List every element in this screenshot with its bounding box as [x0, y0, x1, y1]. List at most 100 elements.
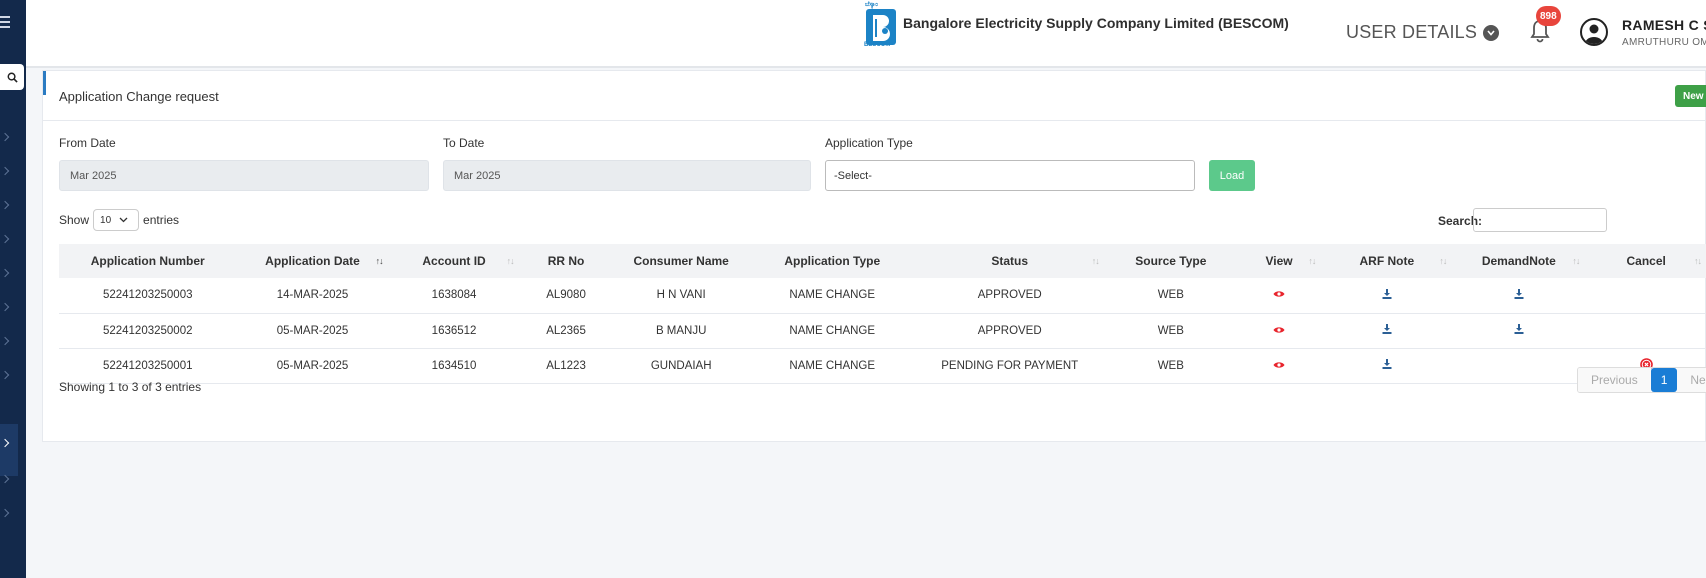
- sort-icon: ↑↓: [506, 256, 515, 266]
- to-date-label: To Date: [443, 136, 485, 150]
- load-button[interactable]: Load: [1209, 160, 1255, 191]
- download-icon[interactable]: [1382, 324, 1392, 334]
- card-header: Application Change request New: [43, 71, 1706, 121]
- cell-application-date: 14-MAR-2025: [276, 289, 349, 302]
- user-name: RAMESH C S: [1622, 17, 1706, 33]
- sort-icon: ↑↓: [1439, 256, 1447, 266]
- table-info: Showing 1 to 3 of 3 entries: [59, 380, 202, 394]
- sidebar-item-11[interactable]: [0, 508, 10, 518]
- from-date-label: From Date: [59, 136, 116, 150]
- cell-arf-note: [1321, 278, 1452, 313]
- new-button[interactable]: New: [1675, 85, 1706, 107]
- sidebar-item-8[interactable]: [0, 370, 10, 380]
- download-icon[interactable]: [1382, 288, 1392, 299]
- cell-account-id: 1638084: [431, 289, 477, 302]
- col-demand-note[interactable]: DemandNote ↑↓: [1452, 244, 1585, 278]
- cell-view: [1237, 313, 1322, 348]
- download-icon[interactable]: [1514, 288, 1524, 299]
- table-row: 52241203250002 05-MAR-2025 1636512 AL236…: [59, 313, 1706, 348]
- cell-cancel: [1585, 278, 1706, 313]
- sort-icon: ↑↓: [1572, 256, 1580, 266]
- col-status[interactable]: Status ↑↓: [915, 244, 1105, 278]
- table-header-row: Application Number Application Date ↑↓ Ac…: [59, 244, 1706, 278]
- sidebar-item-4[interactable]: [0, 234, 10, 244]
- col-arf-note[interactable]: ARF Note ↑↓: [1321, 244, 1452, 278]
- cell-application-number: 52241203250001: [102, 359, 193, 372]
- chevron-down-icon: [1483, 24, 1500, 41]
- cell-demand-note: [1452, 348, 1585, 383]
- application-type-label: Application Type: [825, 136, 913, 150]
- table-row: 52241203250001 05-MAR-2025 1634510 AL122…: [59, 348, 1706, 383]
- sidebar-item-10[interactable]: [0, 474, 10, 484]
- avatar[interactable]: [1580, 18, 1608, 46]
- col-application-date[interactable]: Application Date ↑↓: [236, 244, 388, 278]
- cell-source-type: WEB: [1157, 359, 1184, 372]
- previous-page-button[interactable]: Previous: [1578, 368, 1651, 392]
- user-details-dropdown[interactable]: USER DETAILS: [1346, 22, 1500, 43]
- applications-table: Application Number Application Date ↑↓ Ac…: [59, 244, 1706, 384]
- col-rr-no[interactable]: RR No: [520, 244, 613, 278]
- from-date-input[interactable]: Mar 2025: [59, 160, 429, 191]
- application-type-select[interactable]: -Select-: [825, 160, 1195, 191]
- cell-application-date: 05-MAR-2025: [276, 359, 349, 372]
- cell-demand-note: [1452, 278, 1585, 313]
- user-icon: [1585, 24, 1603, 44]
- cell-source-type: WEB: [1157, 324, 1184, 337]
- sidebar-item-5[interactable]: [0, 268, 10, 278]
- entries-per-page-select[interactable]: 10: [93, 209, 140, 231]
- menu-toggle-icon[interactable]: [0, 16, 14, 30]
- chevron-down-icon: [119, 217, 128, 223]
- sidebar-item-7[interactable]: [0, 336, 10, 346]
- download-icon[interactable]: [1514, 324, 1524, 334]
- table-length-control: Show 10 entries: [59, 209, 179, 231]
- sidebar: [0, 0, 26, 578]
- cell-cancel: [1585, 313, 1706, 348]
- search-icon: [7, 72, 18, 83]
- sidebar-item-active[interactable]: [0, 424, 18, 476]
- eye-icon[interactable]: [1273, 326, 1285, 334]
- col-application-number[interactable]: Application Number: [59, 244, 236, 278]
- cell-account-id: 1636512: [431, 324, 477, 337]
- col-account-id[interactable]: Account ID ↑↓: [389, 244, 520, 278]
- card-accent: [43, 71, 46, 95]
- sidebar-item-6[interactable]: [0, 302, 10, 312]
- sidebar-item-1[interactable]: [0, 132, 10, 142]
- pagination: Previous 1 Next: [1577, 367, 1706, 393]
- cell-application-type: NAME CHANGE: [789, 359, 876, 372]
- to-date-input[interactable]: Mar 2025: [443, 160, 811, 191]
- cell-account-id: 1634510: [431, 359, 477, 372]
- page-title: Application Change request: [59, 89, 219, 104]
- cell-source-type: WEB: [1157, 289, 1184, 302]
- search-input[interactable]: [1473, 208, 1607, 232]
- eye-icon[interactable]: [1273, 290, 1285, 298]
- cell-arf-note: [1321, 348, 1452, 383]
- page-1-button[interactable]: 1: [1650, 368, 1678, 392]
- notification-badge[interactable]: 898: [1536, 6, 1561, 26]
- cell-application-type: NAME CHANGE: [789, 324, 876, 337]
- sidebar-search-button[interactable]: [0, 64, 24, 90]
- company-name: Bangalore Electricity Supply Company Lim…: [903, 15, 1289, 31]
- sort-icon: ↑↓: [1308, 256, 1316, 266]
- col-cancel[interactable]: Cancel ↑↓: [1585, 244, 1706, 278]
- cell-consumer-name: GUNDAIAH: [650, 359, 712, 372]
- entries-per-page-value: 10: [100, 214, 112, 226]
- logo-caption: BESCOM: [864, 42, 891, 48]
- sidebar-item-2[interactable]: [0, 166, 10, 176]
- logo-script-text: ಬೆಸ್ಕಾಂ: [865, 2, 878, 8]
- sort-icon: ↑↓: [1091, 256, 1100, 266]
- sidebar-item-3[interactable]: [0, 200, 10, 210]
- col-application-type[interactable]: Application Type: [750, 244, 915, 278]
- entries-label: entries: [143, 213, 180, 227]
- col-source-type[interactable]: Source Type: [1105, 244, 1237, 278]
- col-view[interactable]: View ↑↓: [1237, 244, 1322, 278]
- cell-status: PENDING FOR PAYMENT: [941, 359, 1079, 372]
- cell-application-date: 05-MAR-2025: [276, 324, 349, 337]
- download-icon[interactable]: [1382, 359, 1392, 369]
- next-page-button[interactable]: Next: [1677, 368, 1706, 392]
- cell-view: [1237, 348, 1322, 383]
- sort-icon: ↑↓: [375, 256, 384, 266]
- cell-consumer-name: B MANJU: [655, 324, 707, 337]
- table-row: 52241203250003 14-MAR-2025 1638084 AL908…: [59, 278, 1706, 313]
- eye-icon[interactable]: [1273, 361, 1285, 369]
- col-consumer-name[interactable]: Consumer Name: [613, 244, 750, 278]
